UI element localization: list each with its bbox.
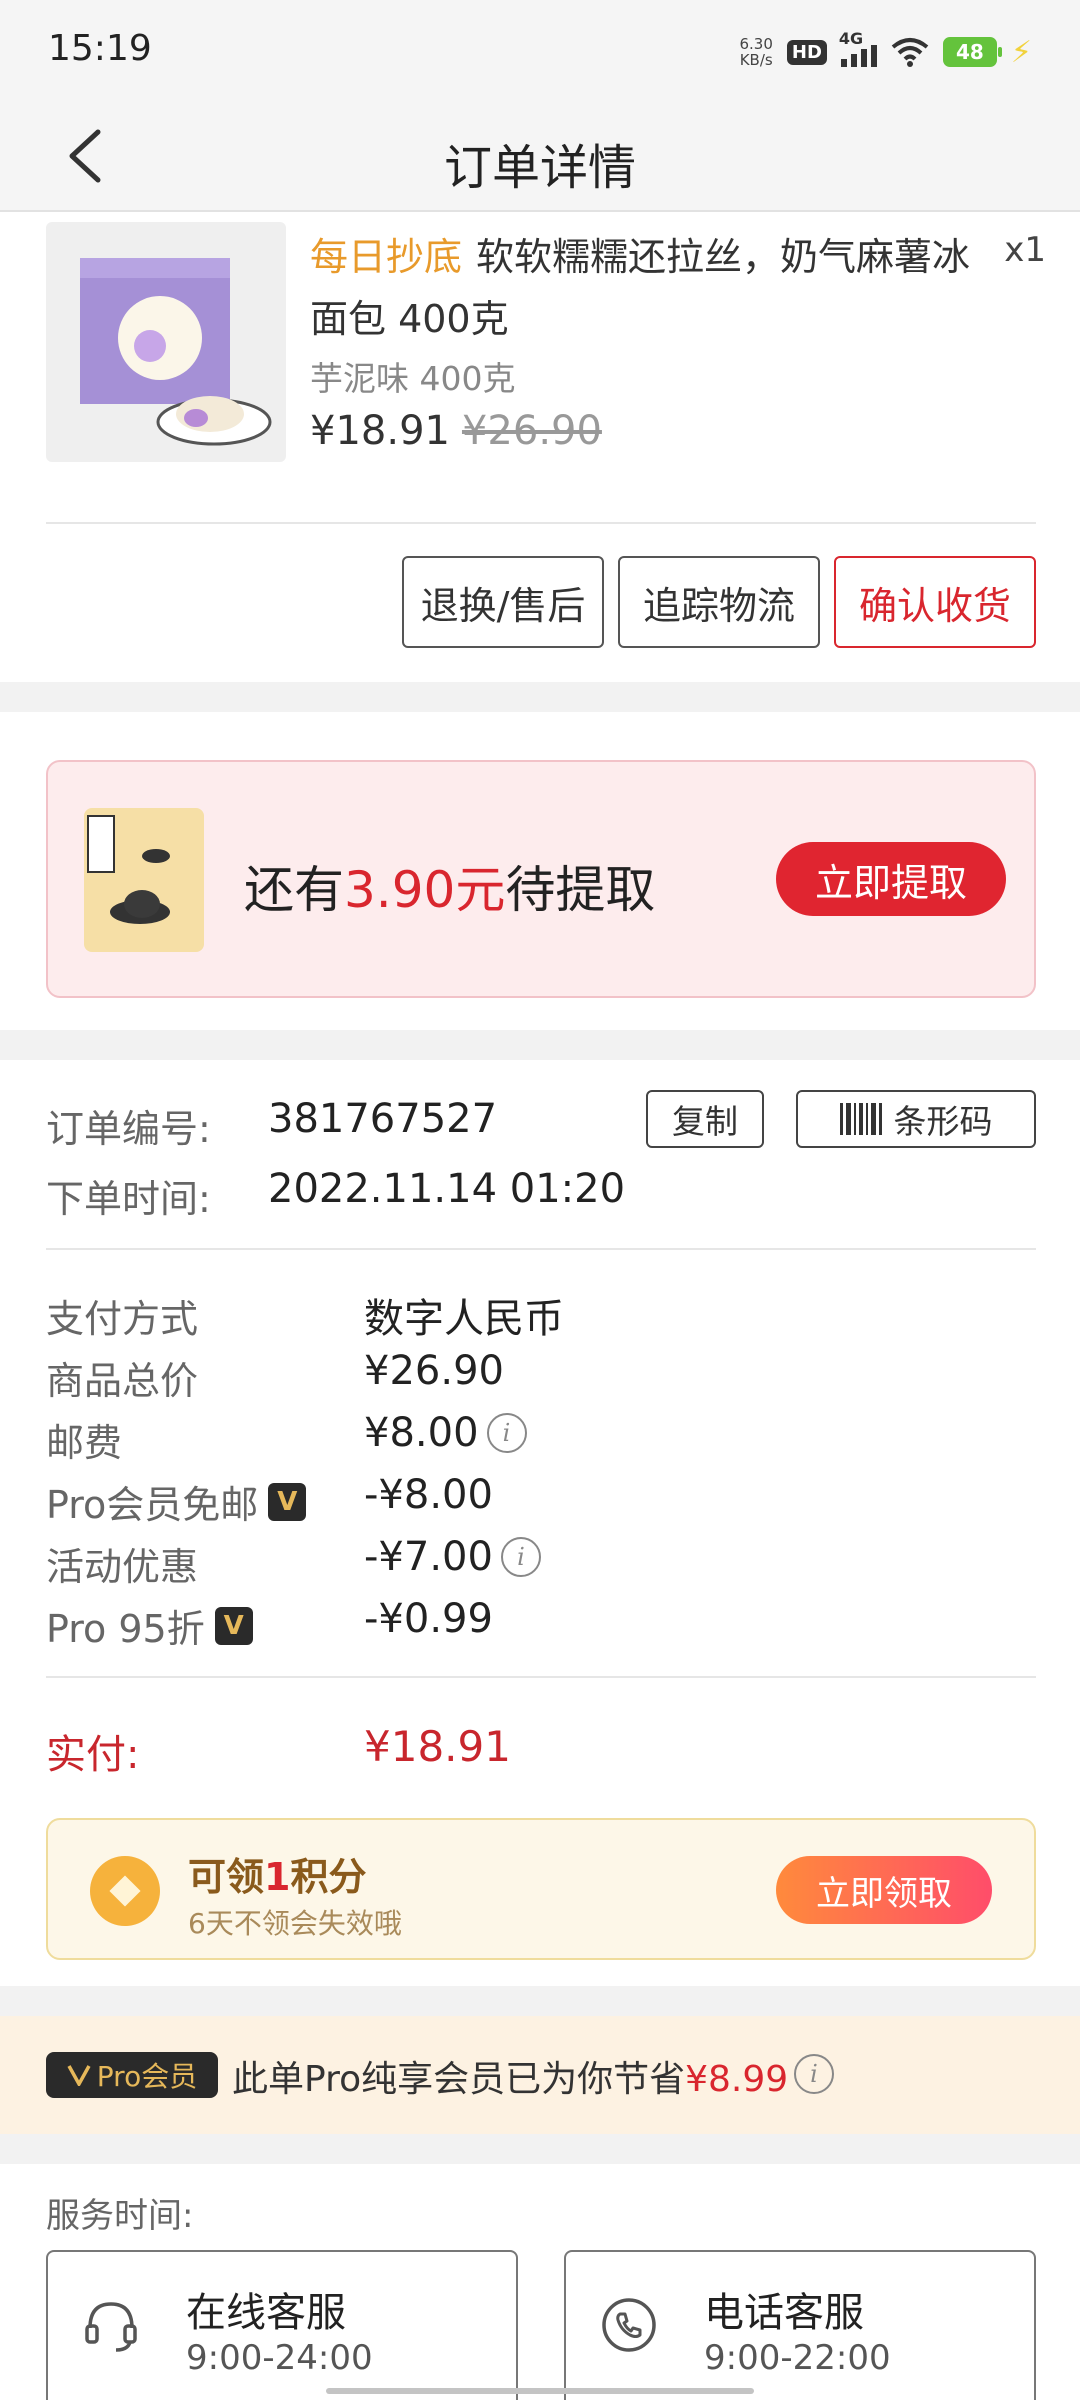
nav-bar: 订单详情 (0, 100, 1080, 212)
product-title[interactable]: 每日抄底 软软糯糯还拉丝，奶气麻薯冰面包 400克 (310, 226, 990, 350)
pro-saved-amount: ¥8.99 (685, 2059, 789, 2100)
pro-discount-value: -¥0.99 (364, 1596, 493, 1642)
points-title: 可领1积分 (188, 1855, 367, 1899)
section-gap (0, 682, 1080, 712)
extract-banner[interactable]: 还有3.90元待提取 立即提取 (46, 760, 1036, 998)
payment-method-label: 支付方式 (46, 1297, 199, 1341)
pro-free-shipping-value: -¥8.00 (364, 1472, 493, 1518)
track-logistics-button[interactable]: 追踪物流 (618, 556, 820, 648)
extract-product-thumb (84, 808, 204, 952)
goods-total-value: ¥26.90 (364, 1348, 504, 1394)
pro-member-tag: Pro会员 (46, 2052, 218, 2098)
phone-service-button[interactable]: 电话客服 9:00-22:00 (564, 2250, 1036, 2400)
signal-icon: 4G (839, 29, 877, 67)
divider (46, 1676, 1036, 1678)
payment-method-value: 数字人民币 (364, 1296, 564, 1342)
online-service-hours: 9:00-24:00 (186, 2338, 373, 2378)
order-time-label: 下单时间: (46, 1177, 211, 1221)
extract-now-button[interactable]: 立即提取 (776, 842, 1006, 916)
points-count: 1 (264, 1855, 291, 1899)
shipping-fee-label: 邮费 (46, 1421, 123, 1465)
pro-free-shipping-label: Pro会员免邮 V (46, 1474, 307, 1529)
claim-points-button[interactable]: 立即领取 (776, 1856, 992, 1924)
battery-icon: 48 (942, 37, 1002, 67)
pro-savings-text: 此单Pro纯享会员已为你节省¥8.99 (232, 2059, 789, 2100)
promotion-discount-label: 活动优惠 (46, 1545, 199, 1589)
extract-text: 还有3.90元待提取 (244, 861, 656, 919)
extract-amount: 3.90元 (344, 861, 506, 919)
phone-service-title: 电话客服 (704, 2290, 864, 2336)
pro-badge-icon: V (214, 1606, 253, 1645)
status-time: 15:19 (48, 28, 152, 69)
shipping-fee-value: ¥8.00 i (364, 1410, 527, 1456)
section-gap (0, 2134, 1080, 2164)
divider (46, 522, 1036, 524)
points-expiry-note: 6天不领会失效哦 (188, 1907, 402, 1940)
product-price: ¥18.91 ¥26.90 (310, 408, 602, 454)
coin-icon (90, 1856, 160, 1926)
barcode-button[interactable]: 条形码 (796, 1090, 1036, 1148)
product-quantity: x1 (1004, 230, 1046, 270)
headset-icon (85, 2302, 137, 2352)
info-icon[interactable]: i (486, 1413, 527, 1453)
order-number: 381767527 (268, 1096, 498, 1142)
section-gap (0, 1030, 1080, 1060)
network-type: 4G (838, 29, 864, 48)
service-time-label: 服务时间: (46, 2196, 194, 2236)
section-gap (0, 1986, 1080, 2016)
divider (46, 1248, 1036, 1250)
phone-icon (602, 2298, 656, 2352)
product-box-icon (87, 815, 170, 924)
phone-service-hours: 9:00-22:00 (704, 2338, 891, 2378)
paid-label: 实付: (46, 1732, 140, 1778)
goods-total-label: 商品总价 (46, 1359, 199, 1403)
barcode-label: 条形码 (893, 1102, 993, 1141)
info-icon[interactable]: i (794, 2054, 834, 2094)
status-icons: 6.30 KB/s HD 4G 48 ⚡ (739, 29, 1033, 74)
pro-savings-strip[interactable]: Pro会员 此单Pro纯享会员已为你节省¥8.99 i (0, 2016, 1080, 2134)
confirm-receipt-button[interactable]: 确认收货 (834, 556, 1036, 648)
order-number-label: 订单编号: (46, 1107, 211, 1151)
promotion-discount-value: -¥7.00 i (364, 1534, 541, 1580)
home-indicator[interactable] (326, 2388, 754, 2394)
page-title: 订单详情 (443, 140, 636, 196)
order-time: 2022.11.14 01:20 (268, 1166, 626, 1212)
pro-badge-icon: V (268, 1482, 307, 1521)
product-package-icon (80, 258, 272, 446)
points-card: 可领1积分 6天不领会失效哦 立即领取 (46, 1818, 1036, 1960)
charging-icon: ⚡ (1010, 34, 1032, 70)
net-speed: 6.30 KB/s (739, 35, 773, 69)
online-service-title: 在线客服 (186, 2290, 346, 2336)
pro-discount-label: Pro 95折 V (46, 1598, 253, 1653)
status-bar: 15:19 6.30 KB/s HD 4G 48 ⚡ (0, 0, 1080, 100)
hd-icon: HD (786, 39, 827, 65)
paid-value: ¥18.91 (364, 1722, 511, 1771)
product-tag: 每日抄底 (310, 235, 463, 279)
info-icon[interactable]: i (500, 1537, 541, 1577)
product-image[interactable] (46, 222, 286, 462)
current-price: ¥18.91 (310, 408, 450, 454)
original-price: ¥26.90 (461, 408, 602, 454)
product-variant: 芋泥味 400克 (310, 359, 516, 398)
barcode-icon (839, 1103, 882, 1135)
return-button[interactable]: 退换/售后 (402, 556, 604, 648)
online-service-button[interactable]: 在线客服 9:00-24:00 (46, 2250, 518, 2400)
pro-v-icon (67, 2065, 91, 2086)
copy-button[interactable]: 复制 (646, 1090, 764, 1148)
wifi-icon (891, 38, 929, 67)
